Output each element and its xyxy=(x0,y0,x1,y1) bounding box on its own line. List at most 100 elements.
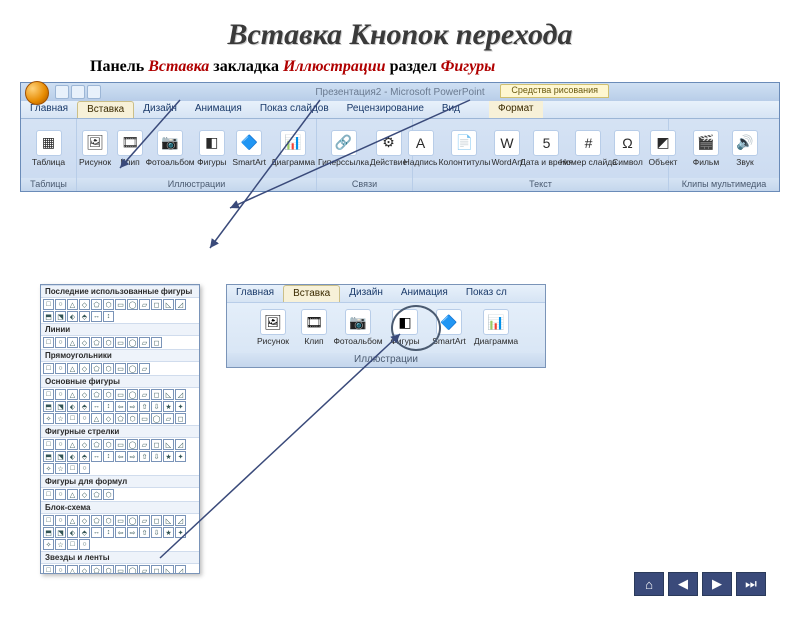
shape-thumb[interactable]: ☆ xyxy=(55,413,66,424)
shape-thumb[interactable]: ⬠ xyxy=(91,515,102,526)
shape-thumb[interactable]: ↔ xyxy=(91,311,102,322)
btn-slidenumber[interactable]: #Номер слайда xyxy=(570,130,606,167)
shape-thumb[interactable]: ⬒ xyxy=(43,311,54,322)
shape-thumb[interactable]: ⬔ xyxy=(55,451,66,462)
btn-photoalbum[interactable]: 📷Фотоальбом xyxy=(149,130,191,167)
shape-thumb[interactable]: ◿ xyxy=(175,299,186,310)
shape-thumb[interactable]: ✦ xyxy=(175,451,186,462)
shape-thumb[interactable]: △ xyxy=(67,389,78,400)
shape-thumb[interactable]: ⬡ xyxy=(103,515,114,526)
shape-thumb[interactable]: ⬔ xyxy=(55,311,66,322)
shape-thumb[interactable]: ○ xyxy=(55,299,66,310)
shape-thumb[interactable]: ⬡ xyxy=(103,299,114,310)
shape-thumb[interactable]: ↕ xyxy=(103,451,114,462)
shape-thumb[interactable]: ◯ xyxy=(127,515,138,526)
shape-thumb[interactable]: ⬡ xyxy=(103,337,114,348)
shape-thumb[interactable]: ⬠ xyxy=(91,565,102,574)
shape-thumb[interactable]: ○ xyxy=(55,337,66,348)
shape-thumb[interactable]: □ xyxy=(43,389,54,400)
quick-access-toolbar[interactable] xyxy=(55,85,101,99)
shape-thumb[interactable]: ⬘ xyxy=(79,527,90,538)
shape-thumb[interactable]: ⬠ xyxy=(91,439,102,450)
shape-thumb[interactable]: ⇧ xyxy=(139,527,150,538)
btn-headerfooter[interactable]: 📄Колонтитулы xyxy=(443,130,485,167)
shape-thumb[interactable]: ⬒ xyxy=(43,401,54,412)
tab-design[interactable]: Дизайн xyxy=(134,101,186,118)
shape-thumb[interactable]: ↔ xyxy=(91,451,102,462)
shape-thumb[interactable]: ⇨ xyxy=(127,401,138,412)
shapes-flowchart[interactable]: □○△◇⬠⬡▭◯▱◻◺◿⬒⬔⬖⬘↔↕⇦⇨⇧⇩★✦✧☆□○ xyxy=(41,514,199,551)
action-prev[interactable]: ◀ xyxy=(668,572,698,596)
btn-movie[interactable]: 🎬Фильм xyxy=(688,130,724,167)
shape-thumb[interactable]: ⬘ xyxy=(79,311,90,322)
shape-thumb[interactable]: ▱ xyxy=(163,413,174,424)
btn-smartart[interactable]: 🔷SmartArt xyxy=(232,130,266,167)
shape-thumb[interactable]: ◻ xyxy=(151,337,162,348)
shapes-basic[interactable]: □○△◇⬠⬡▭◯▱◻◺◿⬒⬔⬖⬘↔↕⇦⇨⇧⇩★✦✧☆□○△◇⬠⬡▭◯▱◻ xyxy=(41,388,199,425)
shape-thumb[interactable]: ⇨ xyxy=(127,527,138,538)
shape-thumb[interactable]: ○ xyxy=(55,515,66,526)
shape-thumb[interactable]: ◇ xyxy=(79,389,90,400)
shape-thumb[interactable]: ○ xyxy=(79,413,90,424)
shape-thumb[interactable]: △ xyxy=(67,299,78,310)
shape-thumb[interactable]: ⬠ xyxy=(91,299,102,310)
shape-thumb[interactable]: ◿ xyxy=(175,565,186,574)
shape-thumb[interactable]: ▱ xyxy=(139,299,150,310)
shape-thumb[interactable]: ⇩ xyxy=(151,451,162,462)
shape-thumb[interactable]: △ xyxy=(67,489,78,500)
shape-thumb[interactable]: ⬘ xyxy=(79,451,90,462)
tab-slideshow[interactable]: Показ слайдов xyxy=(251,101,338,118)
shape-thumb[interactable]: ▭ xyxy=(115,337,126,348)
shape-thumb[interactable]: ⬒ xyxy=(43,451,54,462)
shape-thumb[interactable]: △ xyxy=(67,337,78,348)
ztab-insert[interactable]: Вставка xyxy=(283,285,340,302)
zbtn-chart[interactable]: 📊Диаграмма xyxy=(475,309,517,346)
shape-thumb[interactable]: ▱ xyxy=(139,565,150,574)
shape-thumb[interactable]: ◻ xyxy=(151,389,162,400)
tab-animations[interactable]: Анимация xyxy=(186,101,251,118)
zbtn-picture[interactable]: 🖼Рисунок xyxy=(255,309,291,346)
shape-thumb[interactable]: ◇ xyxy=(79,439,90,450)
btn-symbol[interactable]: ΩСимвол xyxy=(612,130,642,167)
shape-thumb[interactable]: ★ xyxy=(163,451,174,462)
zbtn-album[interactable]: 📷Фотоальбом xyxy=(337,309,379,346)
shape-thumb[interactable]: ◿ xyxy=(175,389,186,400)
shape-thumb[interactable]: ★ xyxy=(163,527,174,538)
shape-thumb[interactable]: ◇ xyxy=(79,565,90,574)
shape-thumb[interactable]: ⬔ xyxy=(55,401,66,412)
shape-thumb[interactable]: □ xyxy=(43,489,54,500)
shapes-equation[interactable]: □○△◇⬠⬡ xyxy=(41,488,199,501)
shape-thumb[interactable]: ★ xyxy=(163,401,174,412)
shape-thumb[interactable]: ⬖ xyxy=(67,451,78,462)
shapes-recent[interactable]: □○△◇⬠⬡▭◯▱◻◺◿⬒⬔⬖⬘↔↕ xyxy=(41,298,199,323)
shape-thumb[interactable]: ◇ xyxy=(79,489,90,500)
shape-thumb[interactable]: ◺ xyxy=(163,299,174,310)
shape-thumb[interactable]: ▭ xyxy=(115,363,126,374)
shape-thumb[interactable]: ◯ xyxy=(127,363,138,374)
shapes-stars[interactable]: □○△◇⬠⬡▭◯▱◻◺◿⬒⬔⬖⬘ xyxy=(41,564,199,574)
shape-thumb[interactable]: △ xyxy=(67,363,78,374)
shape-thumb[interactable]: ▭ xyxy=(115,389,126,400)
shapes-gallery[interactable]: Последние использованные фигуры □○△◇⬠⬡▭◯… xyxy=(40,284,200,574)
shape-thumb[interactable]: ⬠ xyxy=(115,413,126,424)
shape-thumb[interactable]: ⬖ xyxy=(67,311,78,322)
btn-action[interactable]: ⚙Действие xyxy=(371,130,407,167)
btn-sound[interactable]: 🔊Звук xyxy=(730,130,760,167)
shape-thumb[interactable]: ○ xyxy=(55,363,66,374)
shape-thumb[interactable]: □ xyxy=(43,439,54,450)
ztab-slideshow[interactable]: Показ сл xyxy=(457,285,516,302)
shape-thumb[interactable]: ✧ xyxy=(43,413,54,424)
shape-thumb[interactable]: ◻ xyxy=(151,565,162,574)
shape-thumb[interactable]: ⬔ xyxy=(55,527,66,538)
shape-thumb[interactable]: ▱ xyxy=(139,389,150,400)
shape-thumb[interactable]: ▭ xyxy=(115,439,126,450)
shape-thumb[interactable]: ⬠ xyxy=(91,389,102,400)
shape-thumb[interactable]: ⬖ xyxy=(67,401,78,412)
tab-view[interactable]: Вид xyxy=(433,101,469,118)
shape-thumb[interactable]: ▭ xyxy=(115,515,126,526)
shape-thumb[interactable]: ⬡ xyxy=(103,363,114,374)
shape-thumb[interactable]: □ xyxy=(67,463,78,474)
shapes-arrows[interactable]: □○△◇⬠⬡▭◯▱◻◺◿⬒⬔⬖⬘↔↕⇦⇨⇧⇩★✦✧☆□○ xyxy=(41,438,199,475)
shape-thumb[interactable]: △ xyxy=(67,439,78,450)
shape-thumb[interactable]: □ xyxy=(43,515,54,526)
